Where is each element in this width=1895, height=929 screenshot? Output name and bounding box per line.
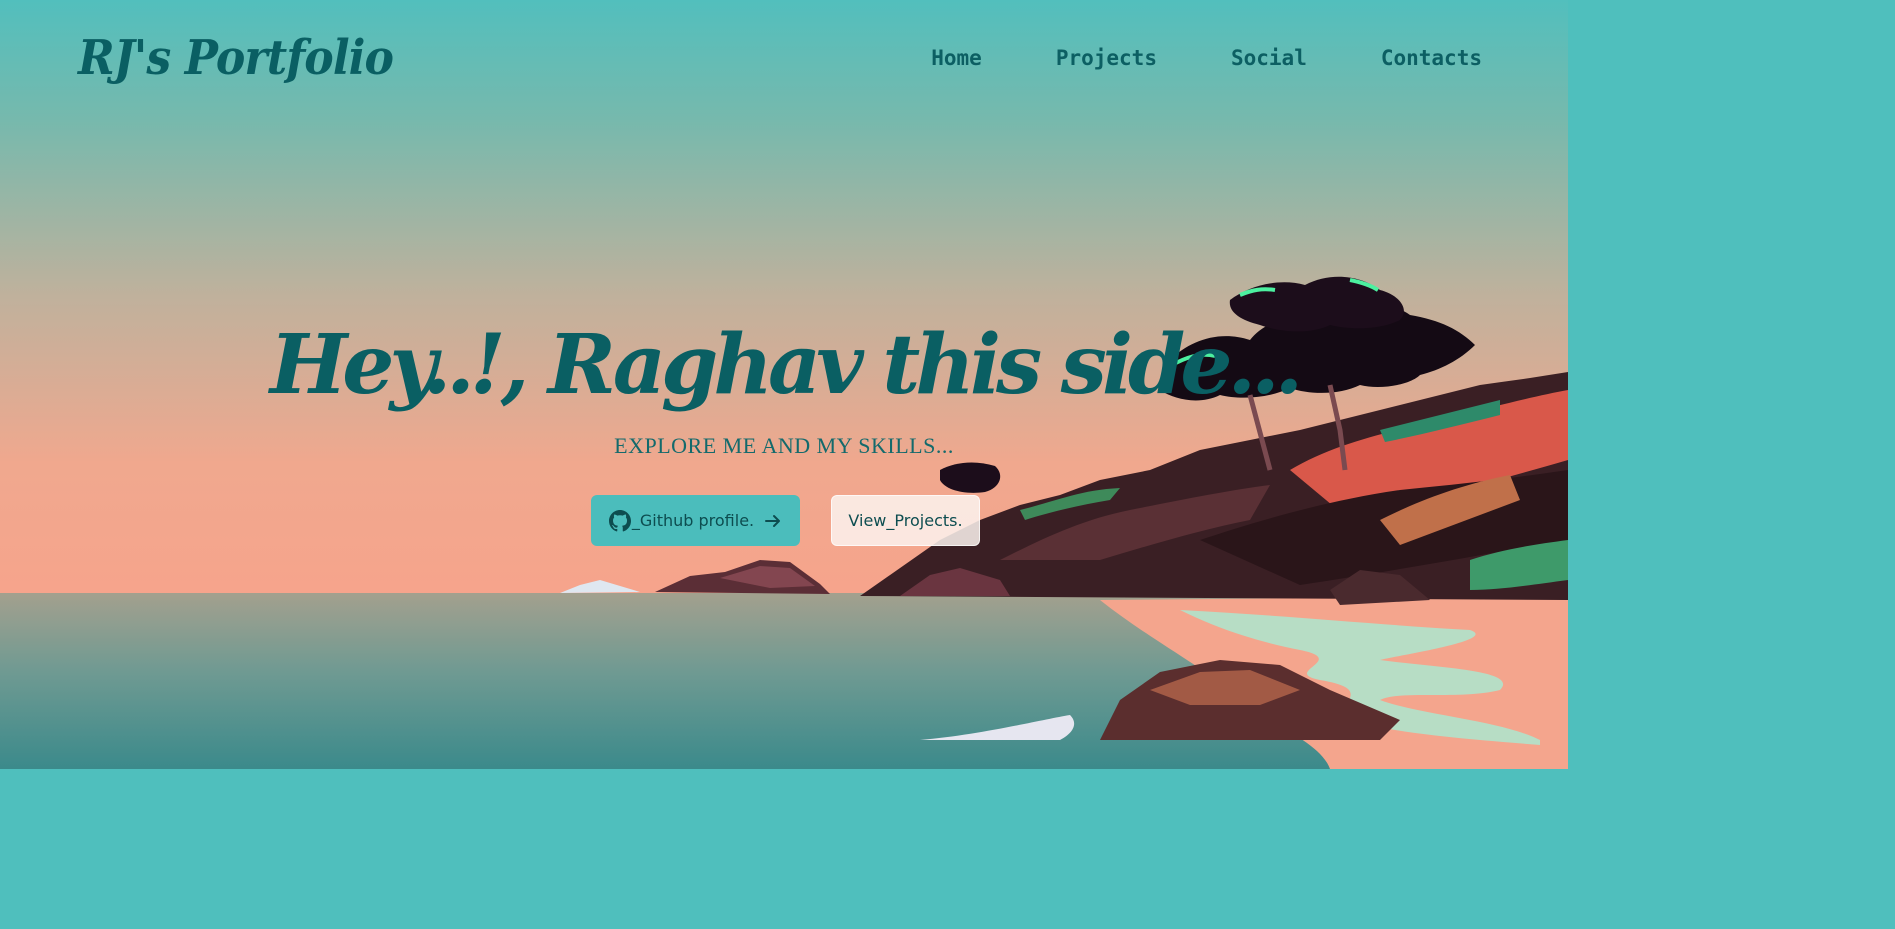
github-icon — [608, 509, 631, 532]
view-projects-button[interactable]: View_Projects. — [831, 495, 980, 546]
nav-link-contacts[interactable]: Contacts — [1381, 44, 1482, 72]
nav-link-home[interactable]: Home — [931, 44, 982, 72]
nav-link-projects[interactable]: Projects — [1056, 44, 1157, 72]
nav-menu: Home Projects Social Contacts — [931, 44, 1482, 72]
view-projects-label: View_Projects. — [848, 511, 963, 530]
brand-logo[interactable]: RJ's Portfolio — [78, 26, 394, 90]
navbar: RJ's Portfolio Home Projects Social Cont… — [0, 0, 1568, 118]
hero-subtitle: EXPLORE ME AND MY SKILLS... — [614, 433, 954, 458]
github-profile-button[interactable]: _Github profile. — [591, 495, 800, 546]
hero-title: Hey..!, Raghav this side... — [269, 316, 1303, 413]
nav-link-social[interactable]: Social — [1231, 44, 1307, 72]
arrow-right-icon — [764, 512, 782, 530]
github-profile-label: _Github profile. — [631, 511, 755, 530]
